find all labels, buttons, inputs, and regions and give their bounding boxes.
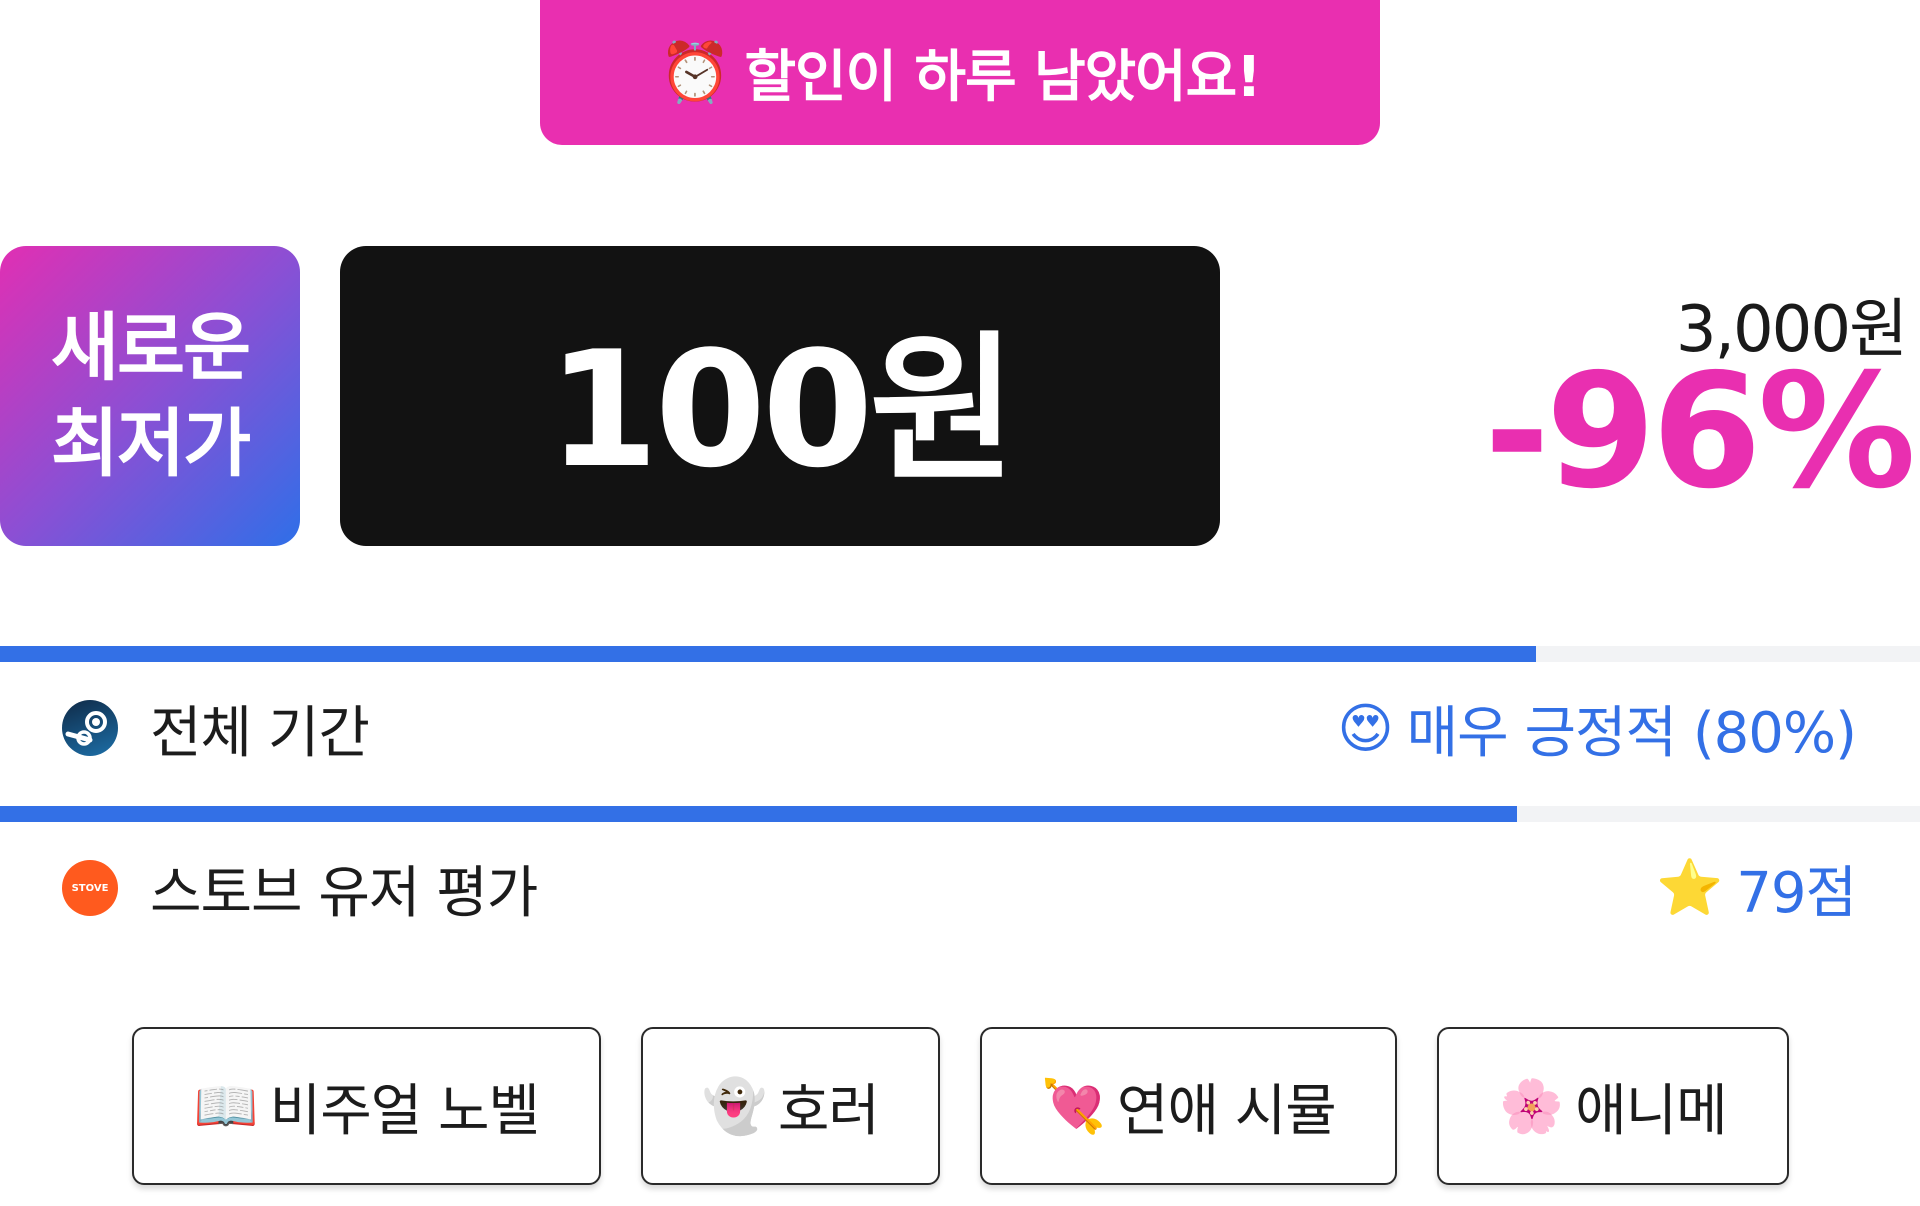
discount-rate: -96% [1484,340,1916,524]
deal-ending-banner: ⏰ 할인이 하루 남았어요! [540,0,1380,145]
badge-line1: 새로운 [50,305,251,391]
tag-horror[interactable]: 👻 호러 [641,1027,940,1185]
stove-rating-bar-fill [0,806,1517,822]
tag-label: 비주얼 노벨 [269,1078,540,1144]
steam-rating-value: 😍 매우 긍정적 (80%) [1337,688,1857,769]
stove-rating-bar [0,806,1920,822]
current-price-box: 100원 [340,246,1220,546]
game-deal-card: ⏰ 할인이 하루 남았어요! 새로운 최저가 100원 3,000원 -96% … [0,0,1920,1206]
steam-rating-bar [0,646,1920,662]
heart-arrow-icon: 💘 [1041,1076,1106,1137]
badge-line2: 최저가 [50,401,251,487]
steam-rating-bar-fill [0,646,1536,662]
steam-rating-text: 매우 긍정적 (80%) [1406,700,1857,766]
blossom-icon: 🌸 [1499,1076,1564,1137]
stove-rating-text: 79점 [1736,860,1857,926]
steam-rating-label: 전체 기간 [150,700,370,766]
stove-icon: STOVE [62,860,118,916]
tag-label: 애니메 [1575,1078,1728,1144]
stove-rating-row[interactable]: STOVE 스토브 유저 평가 ⭐ 79점 [0,828,1920,948]
alarm-clock-icon: ⏰ [659,38,731,106]
book-icon: 📖 [193,1076,259,1137]
new-lowest-price-badge: 새로운 최저가 [0,246,300,546]
steam-rating-row[interactable]: 전체 기간 😍 매우 긍정적 (80%) [0,668,1920,788]
banner-text: 할인이 하루 남았어요! [744,45,1262,110]
stove-rating-value: ⭐ 79점 [1655,848,1857,929]
tag-dating-sim[interactable]: 💘 연애 시뮬 [980,1027,1397,1185]
stove-rating-label: 스토브 유저 평가 [150,860,538,926]
tag-visual-novel[interactable]: 📖 비주얼 노벨 [132,1027,601,1185]
tag-label: 연애 시뮬 [1116,1078,1337,1144]
current-price: 100원 [547,316,1016,503]
ghost-icon: 👻 [702,1076,767,1137]
steam-icon [62,700,118,756]
tag-anime[interactable]: 🌸 애니메 [1437,1027,1789,1185]
heart-eyes-icon: 😍 [1337,696,1393,760]
star-icon: ⭐ [1655,856,1723,919]
tag-label: 호러 [777,1078,880,1144]
